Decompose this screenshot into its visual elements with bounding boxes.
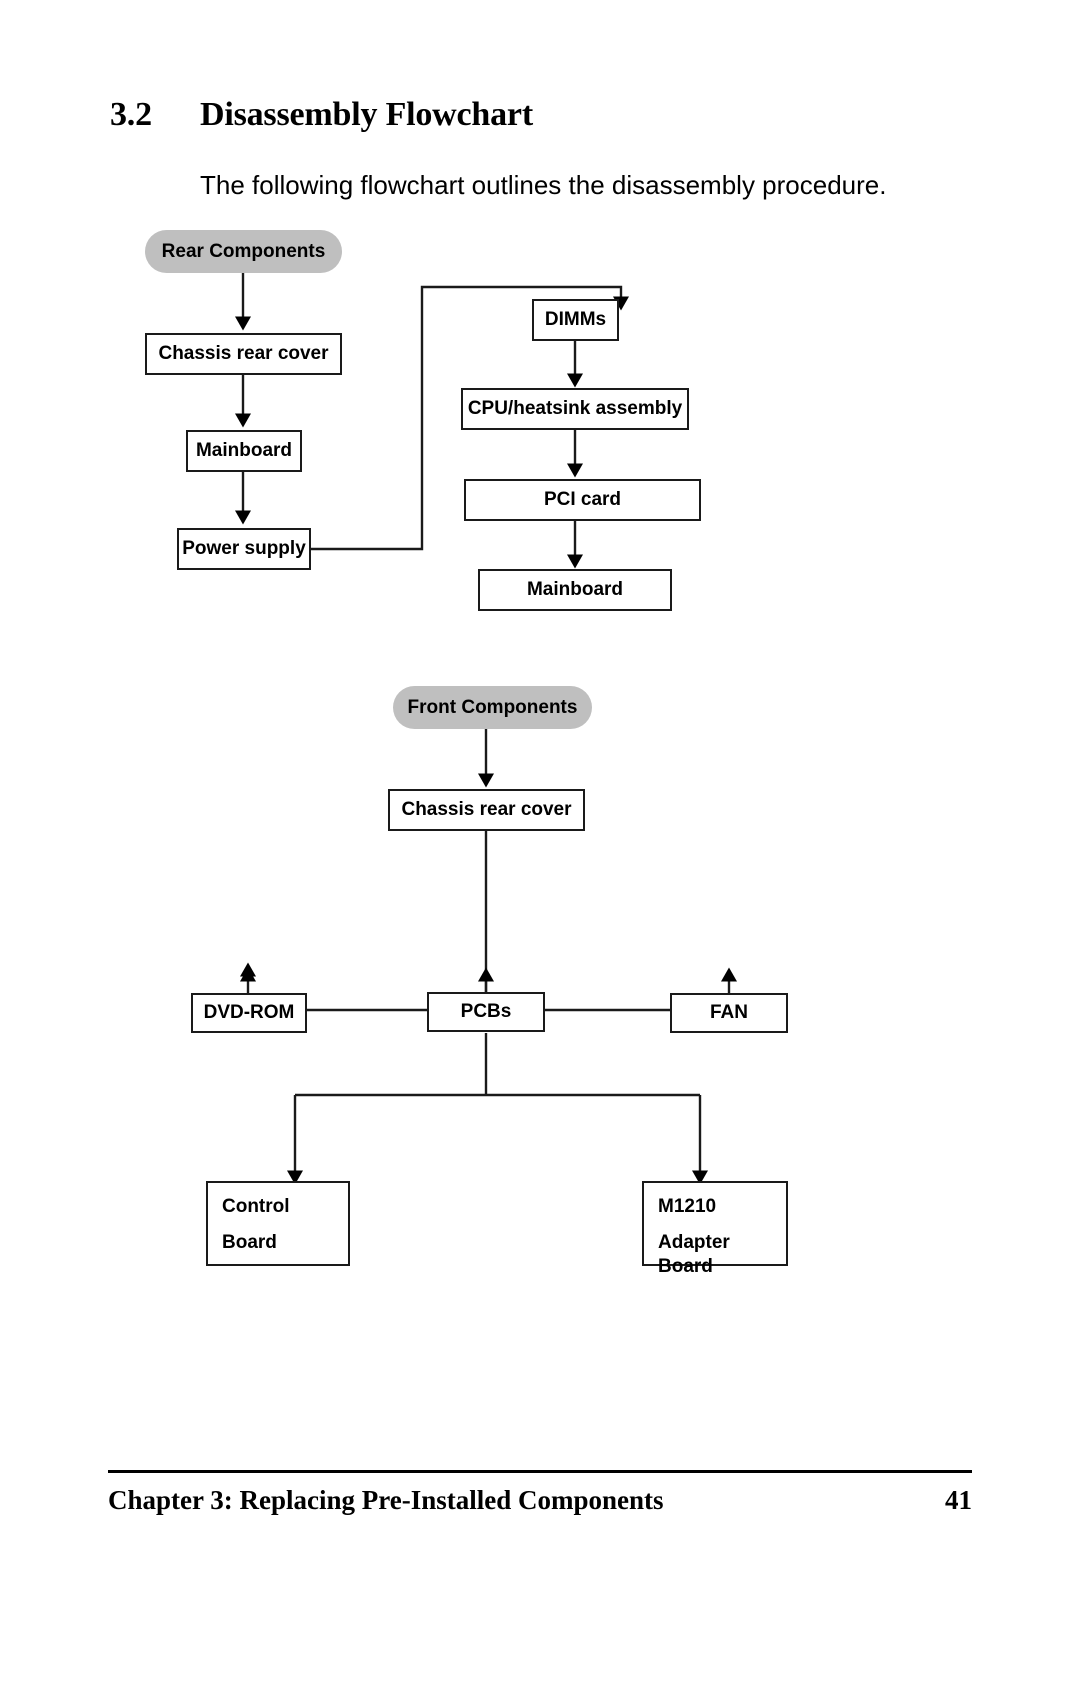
node-front-control-board[interactable]: Control Board — [206, 1181, 350, 1266]
node-rear-mainboard[interactable]: Mainboard — [186, 430, 302, 472]
node-front-chassis-rear-cover[interactable]: Chassis rear cover — [388, 789, 585, 831]
node-rear-cpu-heatsink-assembly[interactable]: CPU/heatsink assembly — [461, 388, 689, 430]
control-board-line-2: Board — [222, 1231, 277, 1253]
footer-chapter-text: Chapter 3: Replacing Pre-Installed Compo… — [108, 1485, 664, 1515]
footer-page-number: 41 — [945, 1485, 972, 1515]
node-front-m1210-adapter-board[interactable]: M1210 Adapter Board — [642, 1181, 788, 1277]
node-front-dvd-rom[interactable]: DVD-ROM — [191, 993, 307, 1033]
control-board-line-1: Control — [222, 1196, 290, 1217]
node-rear-dimms[interactable]: DIMMs — [532, 299, 619, 341]
node-rear-pci-card[interactable]: PCI card — [464, 479, 701, 521]
m1210-line-1: M1210 — [658, 1196, 717, 1217]
page-footer: Chapter 3: Replacing Pre-Installed Compo… — [108, 1485, 972, 1516]
node-front-fan[interactable]: FAN — [670, 993, 788, 1033]
node-front-pcbs[interactable]: PCBs — [427, 992, 545, 1032]
node-rear-power-supply[interactable]: Power supply — [177, 528, 311, 570]
node-front-components-start[interactable]: Front Components — [393, 686, 592, 729]
node-rear-chassis-rear-cover[interactable]: Chassis rear cover — [145, 333, 342, 375]
footer-divider — [108, 1470, 972, 1473]
node-rear-components-start[interactable]: Rear Components — [145, 230, 342, 273]
m1210-line-2: Adapter Board — [658, 1231, 730, 1277]
node-rear-mainboard-final[interactable]: Mainboard — [478, 569, 672, 611]
